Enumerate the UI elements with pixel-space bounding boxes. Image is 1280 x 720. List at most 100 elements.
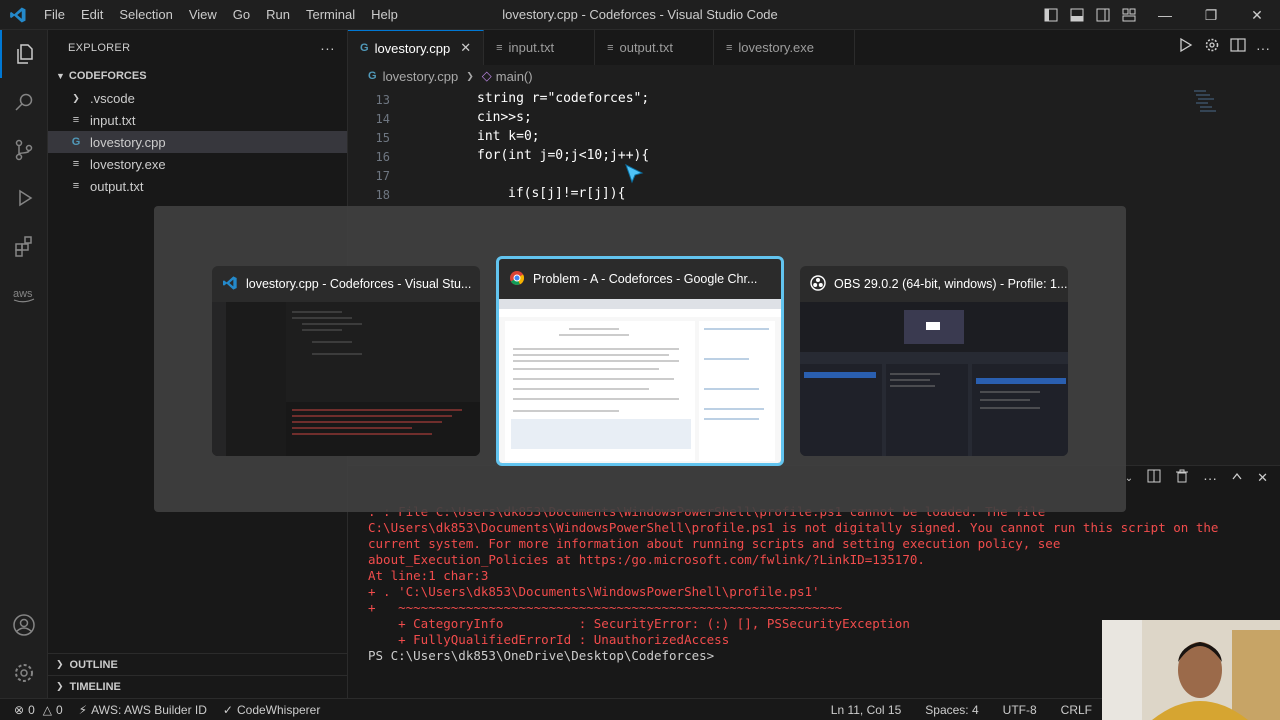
codewhisperer-label: CodeWhisperer	[236, 702, 321, 717]
menu-terminal[interactable]: Terminal	[298, 7, 363, 22]
vscode-logo-icon	[0, 6, 36, 24]
tree-item-vscode[interactable]: ❯ .vscode	[48, 87, 347, 109]
toggle-sidebar-icon[interactable]	[1038, 0, 1064, 30]
code-editor[interactable]: 13 string r="codeforces"; 14 cin>>s; 15 …	[348, 87, 1280, 217]
line-number: 15	[375, 130, 390, 145]
warning-icon: △	[42, 702, 52, 717]
menu-selection[interactable]: Selection	[111, 7, 180, 22]
split-editor-icon[interactable]	[1230, 37, 1246, 58]
settings-gear-icon[interactable]	[1204, 37, 1220, 58]
switcher-window-chrome[interactable]: Problem - A - Codeforces - Google Chr...	[496, 256, 784, 466]
tab-input-txt[interactable]: ≡ input.txt	[484, 30, 596, 65]
toggle-panel-icon[interactable]	[1064, 0, 1090, 30]
explorer-header: EXPLORER	[68, 41, 131, 54]
svg-text:aws: aws	[13, 288, 33, 300]
editor-tabs: G lovestory.cpp ✕ ≡ input.txt ≡ output.t…	[348, 30, 1280, 65]
function-icon: ◇	[481, 68, 492, 83]
text-file-icon: ≡	[607, 41, 614, 54]
close-icon[interactable]: ✕	[1257, 470, 1268, 486]
switcher-window-title: lovestory.cpp - Codeforces - Visual Stu.…	[246, 277, 472, 291]
vscode-icon	[222, 275, 238, 294]
text-file-icon: ≡	[496, 41, 503, 54]
window-switcher: lovestory.cpp - Codeforces - Visual Stu.…	[154, 206, 1126, 512]
terminal-output: . : File C:\Users\dk853\Documents\Window…	[368, 504, 1218, 664]
problems-status[interactable]: ⊗ 0 △ 0	[0, 703, 71, 717]
minimize-button[interactable]: —	[1142, 0, 1188, 30]
tab-lovestory-cpp[interactable]: G lovestory.cpp ✕	[348, 30, 485, 65]
tree-item-label: .vscode	[90, 90, 135, 106]
window-thumbnail	[499, 299, 781, 463]
chevron-right-icon: ❯	[466, 70, 474, 81]
chevron-down-icon: ▼	[56, 71, 65, 81]
folder-label: CODEFORCES	[68, 70, 147, 82]
timeline-section[interactable]: ❯ TIMELINE	[48, 675, 348, 697]
more-actions-icon[interactable]: ···	[320, 40, 335, 56]
menu-go[interactable]: Go	[225, 7, 258, 22]
run-debug-icon[interactable]	[0, 174, 48, 222]
account-icon[interactable]	[0, 601, 48, 649]
cpp-file-icon: G	[368, 70, 377, 82]
tree-item-label: lovestory.cpp	[90, 134, 166, 150]
cpp-file-icon: G	[71, 136, 81, 148]
more-actions-icon[interactable]: ···	[1203, 470, 1217, 486]
settings-gear-icon[interactable]	[0, 649, 48, 697]
run-code-icon[interactable]	[1178, 37, 1194, 58]
window-thumbnail	[800, 302, 1068, 456]
trash-icon[interactable]	[1175, 469, 1189, 488]
timeline-label: TIMELINE	[69, 680, 121, 693]
maximize-panel-icon[interactable]	[1231, 469, 1243, 487]
explorer-icon[interactable]	[0, 30, 48, 78]
encoding[interactable]: UTF-8	[995, 703, 1045, 717]
codewhisperer-status[interactable]: ✓ CodeWhisperer	[215, 703, 328, 717]
switcher-window-vscode[interactable]: lovestory.cpp - Codeforces - Visual Stu.…	[212, 266, 480, 456]
tree-item-output-txt[interactable]: ≡ output.txt	[48, 175, 347, 197]
terminal-line: + . 'C:\Users\dk853\Documents\WindowsPow…	[368, 584, 820, 599]
tree-item-lovestory-cpp[interactable]: G lovestory.cpp	[48, 131, 347, 153]
breadcrumb-file[interactable]: lovestory.cpp	[383, 69, 459, 84]
title-bar: File Edit Selection View Go Run Terminal…	[0, 0, 1280, 30]
cursor-position[interactable]: Ln 11, Col 15	[823, 703, 910, 717]
tab-output-txt[interactable]: ≡ output.txt	[595, 30, 714, 65]
tree-item-input-txt[interactable]: ≡ input.txt	[48, 109, 347, 131]
terminal-prompt[interactable]: PS C:\Users\dk853\OneDrive\Desktop\Codef…	[368, 648, 1218, 664]
indentation[interactable]: Spaces: 4	[917, 703, 986, 717]
aws-icon[interactable]: aws	[0, 270, 48, 318]
menu-edit[interactable]: Edit	[73, 7, 111, 22]
restore-button[interactable]: ❐	[1188, 0, 1234, 30]
toggle-secondary-sidebar-icon[interactable]	[1090, 0, 1116, 30]
close-window-button[interactable]: ✕	[1234, 0, 1280, 30]
line-ending[interactable]: CRLF	[1053, 703, 1100, 717]
extensions-icon[interactable]	[0, 222, 48, 270]
obs-icon	[810, 274, 826, 294]
terminal-line: + CategoryInfo : SecurityError: (:) [], …	[368, 616, 910, 631]
code-line: cin>>s;	[477, 110, 532, 125]
source-control-icon[interactable]	[0, 126, 48, 174]
switcher-window-title: Problem - A - Codeforces - Google Chr...	[533, 272, 758, 286]
folder-codeforces[interactable]: ▼ CODEFORCES	[48, 65, 347, 87]
text-file-icon: ≡	[725, 41, 733, 54]
menu-help[interactable]: Help	[363, 7, 406, 22]
tree-item-label: output.txt	[90, 178, 144, 194]
cpp-file-icon: G	[360, 42, 369, 54]
split-terminal-icon[interactable]	[1147, 469, 1161, 488]
line-number: 16	[375, 149, 390, 164]
tree-item-lovestory-exe[interactable]: ≡ lovestory.exe	[48, 153, 347, 175]
menu-view[interactable]: View	[181, 7, 225, 22]
tab-label: input.txt	[508, 40, 555, 55]
breadcrumb-symbol[interactable]: main()	[496, 69, 533, 84]
close-icon[interactable]: ✕	[460, 40, 471, 56]
menu-file[interactable]: File	[36, 7, 73, 22]
terminal-line: + ~~~~~~~~~~~~~~~~~~~~~~~~~~~~~~~~~~~~~~…	[368, 600, 843, 615]
minimap[interactable]	[1190, 88, 1220, 128]
tab-label: lovestory.exe	[738, 40, 815, 55]
switcher-window-obs[interactable]: OBS 29.0.2 (64-bit, windows) - Profile: …	[800, 266, 1068, 456]
outline-section[interactable]: ❯ OUTLINE	[48, 653, 348, 675]
aws-status[interactable]: ⚡ AWS: AWS Builder ID	[71, 703, 215, 717]
text-file-icon: ≡	[72, 114, 80, 126]
more-actions-icon[interactable]: ···	[1256, 40, 1270, 56]
menu-run[interactable]: Run	[258, 7, 298, 22]
customize-layout-icon[interactable]	[1116, 0, 1142, 30]
tab-lovestory-exe[interactable]: ≡ lovestory.exe	[713, 30, 856, 65]
terminal-line: C:\Users\dk853\Documents\WindowsPowerShe…	[368, 520, 1219, 535]
search-icon[interactable]	[0, 78, 48, 126]
